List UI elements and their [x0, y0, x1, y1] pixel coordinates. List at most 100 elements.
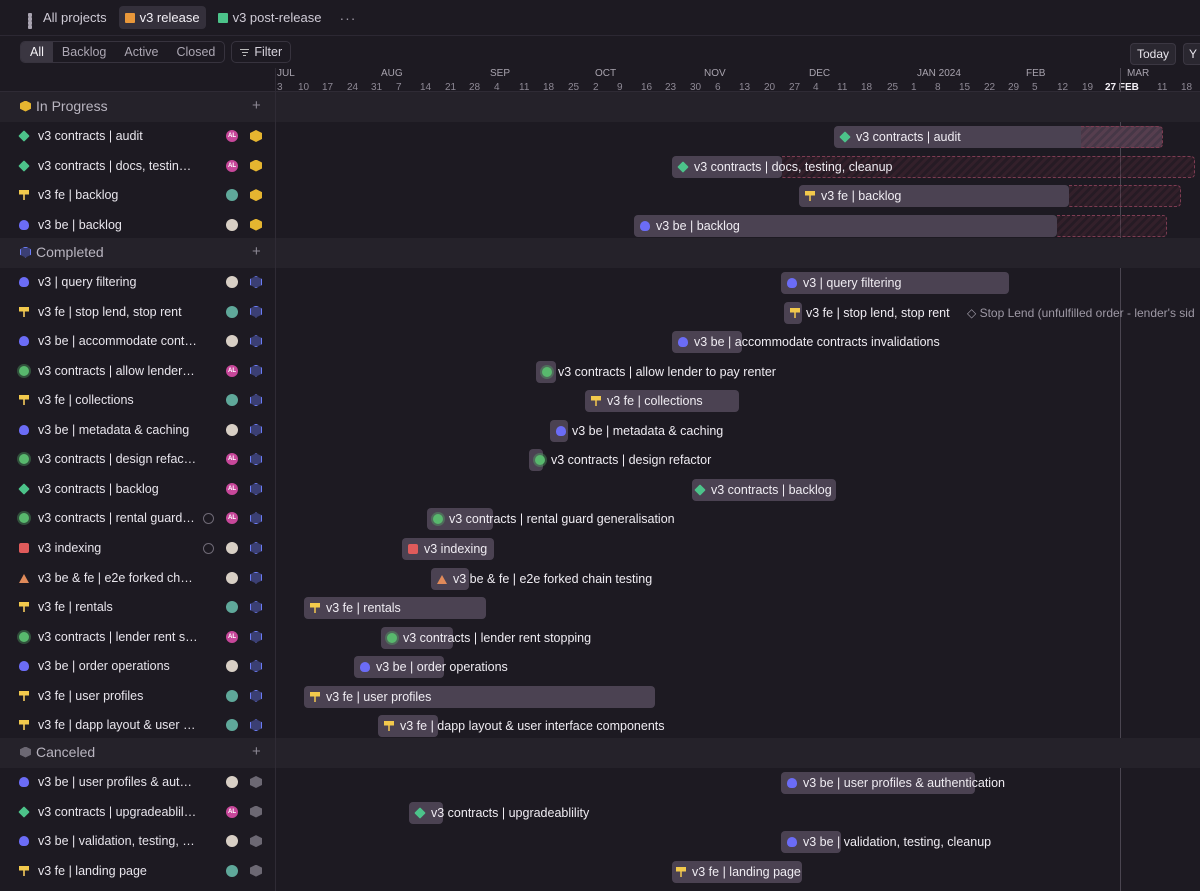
issue-row[interactable]: v3 be | validation, testing, … [0, 827, 276, 856]
issue-row[interactable]: v3 contracts | rental guard… AL [0, 504, 276, 533]
tab-active[interactable]: Active [115, 42, 167, 62]
status-icon[interactable] [250, 218, 262, 231]
gantt-bar-label: v3 | query filtering [787, 272, 901, 294]
issue-row[interactable]: v3 fe | collections [0, 386, 276, 415]
breadcrumb-v3-release[interactable]: v3 release [118, 6, 206, 29]
status-icon[interactable] [250, 630, 262, 643]
issue-row[interactable]: v3 fe | landing page [0, 857, 276, 886]
status-icon[interactable] [250, 541, 262, 554]
tab-all[interactable]: All [21, 42, 53, 62]
breadcrumb-label: v3 release [139, 10, 200, 25]
avatar[interactable] [226, 394, 238, 407]
diamond-icon [414, 806, 426, 819]
status-icon[interactable] [250, 482, 262, 495]
avatar[interactable] [226, 776, 238, 788]
milestone-marker[interactable]: ◇ Stop Lend (unfulfilled order - lender'… [967, 306, 1195, 320]
issue-row[interactable]: v3 indexing [0, 534, 276, 563]
issue-row[interactable]: v3 contracts | docs, testin… AL [0, 152, 276, 181]
issue-row[interactable]: v3 | query filtering [0, 268, 276, 297]
issue-row[interactable]: v3 fe | rentals [0, 593, 276, 622]
avatar[interactable]: AL [226, 364, 238, 377]
skull-icon [787, 778, 797, 788]
issue-name: v3 contracts | design refac… [38, 452, 197, 467]
avatar[interactable]: AL [226, 159, 238, 172]
avatar[interactable] [226, 835, 238, 848]
breadcrumb-v3-post-release[interactable]: v3 post-release [212, 6, 328, 29]
issue-row[interactable]: v3 contracts | allow lender… AL [0, 357, 276, 386]
avatar[interactable] [226, 864, 238, 877]
filter-button[interactable]: Filter [231, 41, 292, 63]
issue-name: v3 contracts | rental guard… [38, 511, 195, 526]
status-icon[interactable] [250, 423, 262, 436]
issue-row[interactable]: v3 contracts | audit AL [0, 122, 276, 151]
issue-row[interactable]: v3 be | order operations [0, 652, 276, 681]
avatar[interactable] [226, 305, 238, 318]
avatar[interactable]: AL [226, 130, 238, 142]
issue-row[interactable]: v3 fe | dapp layout & user i… [0, 711, 276, 740]
gantt-bar-label: v3 be | accommodate contracts invalidati… [678, 331, 940, 353]
year-zoom-button[interactable]: Y [1183, 43, 1200, 65]
hammer-icon [19, 865, 29, 876]
avatar[interactable] [226, 541, 238, 554]
issue-row[interactable]: v3 contracts | design refac… AL [0, 445, 276, 474]
issue-row[interactable]: v3 fe | user profiles [0, 682, 276, 711]
tab-backlog[interactable]: Backlog [53, 42, 115, 62]
bar-title: v3 | query filtering [803, 276, 902, 290]
avatar[interactable] [226, 689, 238, 702]
status-icon[interactable] [250, 660, 262, 673]
issue-name: v3 be | accommodate cont… [38, 334, 197, 349]
status-icon[interactable] [250, 601, 262, 614]
bar-title: v3 fe | backlog [821, 189, 902, 204]
issue-row[interactable]: v3 be | accommodate cont… [0, 327, 276, 356]
issue-row[interactable]: v3 contracts | upgradeablil… AL [0, 798, 276, 827]
breadcrumb-all-projects[interactable]: All projects [22, 6, 113, 29]
issue-row[interactable]: v3 be | user profiles & auth… [0, 768, 276, 797]
status-icon[interactable] [250, 719, 262, 732]
status-icon[interactable] [250, 453, 262, 466]
map-icon [124, 12, 135, 23]
issue-row[interactable]: v3 be & fe | e2e forked cha… [0, 564, 276, 593]
issue-row[interactable]: v3 contracts | lender rent s… AL [0, 623, 276, 652]
status-icon[interactable] [250, 130, 262, 142]
avatar[interactable] [226, 218, 238, 231]
avatar[interactable] [226, 423, 238, 436]
status-icon[interactable] [250, 805, 262, 818]
avatar[interactable]: AL [226, 482, 238, 495]
avatar[interactable] [226, 660, 238, 673]
status-icon[interactable] [250, 571, 262, 584]
issue-row[interactable]: v3 fe | stop lend, stop rent [0, 298, 276, 327]
avatar[interactable] [226, 719, 238, 732]
status-icon[interactable] [250, 305, 262, 318]
status-icon[interactable] [250, 512, 262, 525]
issue-row[interactable]: v3 be | metadata & caching [0, 416, 276, 445]
avatar[interactable] [226, 276, 238, 288]
status-icon[interactable] [250, 159, 262, 172]
avatar[interactable]: AL [226, 453, 238, 466]
status-icon[interactable] [250, 776, 262, 788]
avatar[interactable] [226, 335, 238, 348]
avatar[interactable] [226, 571, 238, 584]
status-icon[interactable] [250, 364, 262, 377]
status-icon[interactable] [250, 394, 262, 407]
avatar[interactable] [226, 601, 238, 614]
issue-name: v3 contracts | allow lender… [38, 363, 195, 378]
breadcrumb-label: v3 post-release [232, 10, 322, 25]
status-icon[interactable] [250, 835, 262, 848]
status-icon[interactable] [250, 276, 262, 288]
status-icon[interactable] [250, 689, 262, 702]
issue-row[interactable]: v3 be | backlog [0, 211, 276, 240]
issue-row[interactable]: v3 contracts | backlog AL [0, 475, 276, 504]
today-button[interactable]: Today [1129, 43, 1176, 65]
more-options-button[interactable]: ··· [333, 10, 362, 26]
tab-closed[interactable]: Closed [167, 42, 224, 62]
status-icon[interactable] [250, 864, 262, 877]
avatar[interactable]: AL [226, 805, 238, 818]
avatar[interactable]: AL [226, 512, 238, 525]
avatar[interactable] [226, 189, 238, 202]
avatar[interactable]: AL [226, 630, 238, 643]
status-icon[interactable] [250, 189, 262, 202]
status-icon[interactable] [250, 335, 262, 348]
issue-row[interactable]: v3 fe | backlog [0, 181, 276, 210]
hammer-icon [790, 307, 800, 318]
hammer-icon [19, 306, 29, 317]
